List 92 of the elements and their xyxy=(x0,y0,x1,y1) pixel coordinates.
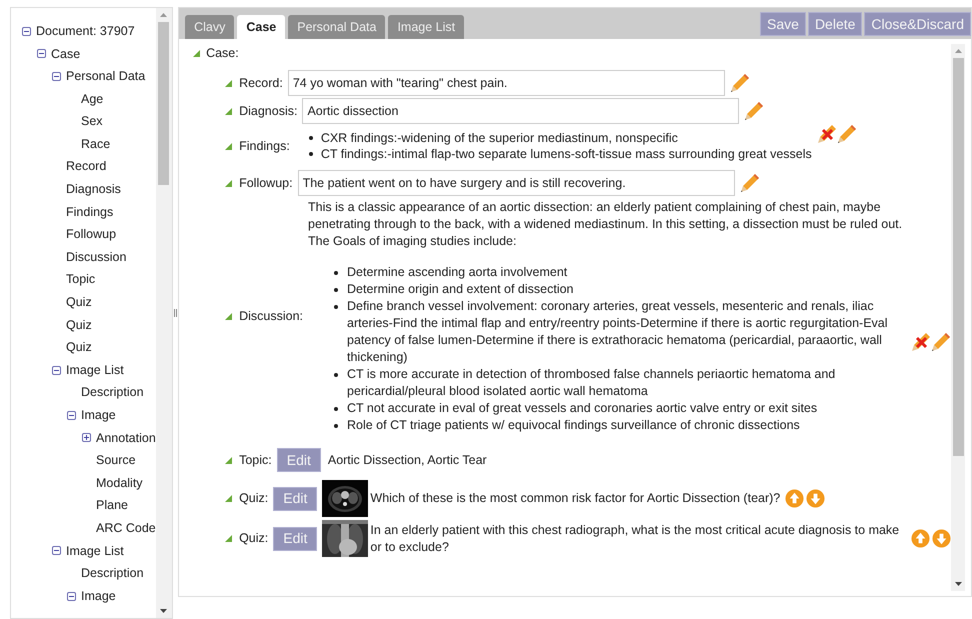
move-up-icon[interactable] xyxy=(911,529,930,548)
tree-item[interactable]: Quiz xyxy=(66,338,92,357)
tree-item[interactable]: ARC Code xyxy=(96,518,156,538)
list-item: CT is more accurate in detection of thrombosed false channels periaortic hematoma and pericardial/pleural blood isolated aortic wall hematoma xyxy=(347,366,836,400)
tree-item[interactable]: Plane xyxy=(96,496,128,516)
pencil-icon[interactable] xyxy=(931,332,951,352)
pencil-icon[interactable] xyxy=(740,173,760,193)
tree-item[interactable]: Findings xyxy=(66,202,114,222)
delete-icon[interactable] xyxy=(816,124,837,144)
tree-item[interactable]: Age xyxy=(81,90,104,108)
expanded-triangle-icon[interactable] xyxy=(225,142,232,150)
collapse-icon[interactable] xyxy=(52,546,61,556)
pencil-icon[interactable] xyxy=(730,73,750,93)
tree-item[interactable]: Record xyxy=(66,157,106,176)
scrollbar-thumb[interactable] xyxy=(952,58,964,456)
field-label: Topic: xyxy=(239,452,272,469)
collapse-icon[interactable] xyxy=(67,592,76,601)
collapse-icon[interactable] xyxy=(22,26,31,36)
tree-item[interactable]: Image List xyxy=(66,360,124,380)
bullet-icon xyxy=(308,136,313,140)
list-item: Determine ascending aorta involvement xyxy=(347,264,568,281)
tree-item[interactable]: Image List xyxy=(66,542,124,560)
tree-item[interactable]: Image xyxy=(81,586,116,606)
field-label: Findings: xyxy=(239,138,290,155)
collapse-icon[interactable] xyxy=(52,366,61,375)
tree-item[interactable]: Source xyxy=(96,451,136,470)
expanded-triangle-icon[interactable] xyxy=(225,313,232,320)
move-down-icon[interactable] xyxy=(932,529,951,548)
move-up-icon[interactable] xyxy=(785,489,804,508)
expanded-triangle-icon[interactable] xyxy=(225,108,232,114)
expanded-triangle-icon[interactable] xyxy=(225,495,232,502)
pencil-icon[interactable] xyxy=(744,101,764,121)
tree-item[interactable]: Quiz xyxy=(66,293,92,312)
tree-item[interactable]: Race xyxy=(81,134,110,154)
bullet-icon xyxy=(334,407,338,411)
pencil-icon[interactable] xyxy=(836,124,857,144)
quiz-question: Which of these is the most common risk factor for Aortic Dissection (tear)? xyxy=(370,490,780,507)
bullet-icon xyxy=(334,271,338,275)
expanded-triangle-icon[interactable] xyxy=(225,80,232,86)
tree-item[interactable]: Followup xyxy=(66,225,116,244)
tree-item[interactable]: Discussion xyxy=(66,248,126,267)
tab[interactable]: Case xyxy=(237,15,286,39)
expand-icon[interactable] xyxy=(82,433,91,442)
bullet-icon xyxy=(334,424,338,428)
tree-item[interactable]: Sex xyxy=(81,112,103,132)
list-item: Determine origin and extent of dissection xyxy=(347,281,574,298)
splitter-handle[interactable] xyxy=(174,309,177,317)
section-label: Case: xyxy=(206,44,239,62)
text-field[interactable]: 74 yo woman with "tearing" chest pain. xyxy=(288,70,725,96)
expanded-triangle-icon[interactable] xyxy=(225,456,232,464)
scrollbar-thumb[interactable] xyxy=(158,22,170,185)
topic-text: Aortic Dissection, Aortic Tear xyxy=(328,452,487,469)
tree-item[interactable]: Case xyxy=(51,44,80,64)
field-label: Quiz: xyxy=(239,490,268,508)
bullet-icon xyxy=(334,305,338,309)
bullet-icon xyxy=(308,152,313,156)
tree-item[interactable]: Topic xyxy=(66,270,96,290)
tree-item[interactable]: Description xyxy=(81,564,144,583)
tree-item[interactable]: Document: 37907 xyxy=(36,22,135,41)
expanded-triangle-icon[interactable] xyxy=(225,535,232,542)
tree-item[interactable]: Image xyxy=(81,406,116,425)
field-label: Quiz: xyxy=(239,530,268,548)
tree-item[interactable]: Modality xyxy=(96,474,143,493)
discussion-paragraph: This is a classic appearance of an aortic dissection: an elderly patient complaining of chest pain, maybe penetrating through to the back, with a widened mediastinum. In this setting, a dissection must be ruled out. The Goals of imaging studies include: xyxy=(308,199,904,250)
delete-icon[interactable] xyxy=(911,332,931,352)
bullet-icon xyxy=(334,373,338,377)
tree-item[interactable]: Description xyxy=(81,383,144,402)
tree-item[interactable]: Quiz xyxy=(66,316,92,334)
field-label: Followup: xyxy=(239,174,293,192)
field-label: Record: xyxy=(239,74,283,92)
list-item: CXR findings:-widening of the superior mediastinum, nonspecific xyxy=(320,130,678,146)
field-label: Discussion: xyxy=(239,308,303,326)
quiz-question: In an elderly patient with this chest radiograph, what is the most critical acute diagnosis to make or to exclude? xyxy=(370,522,900,556)
tree-scrollbar[interactable] xyxy=(156,8,172,618)
expanded-triangle-icon[interactable] xyxy=(225,180,232,186)
list-item: Define branch vessel involvement: coronary arteries, great vessels, mesenteric and renals, iliac arteries-Find the intimal flap and entry/reentry points-Determine if there is aortic regurgitation-Eval patency of false lumen-Determine if there is extrathoracic hematoma (pericardial, paraaortic, wall thickening) xyxy=(347,298,889,366)
bullet-icon xyxy=(334,288,338,292)
list-item: CT findings:-intimal flap-two separate lumens-soft-tissue mass surrounding great vessels xyxy=(320,146,812,162)
collapse-icon[interactable] xyxy=(67,410,76,420)
tree-item[interactable]: Annotation xyxy=(96,428,156,448)
move-down-icon[interactable] xyxy=(806,489,826,508)
text-field[interactable]: The patient went on to have surgery and is still recovering. xyxy=(298,170,735,196)
field-label: Diagnosis: xyxy=(239,102,298,120)
content-scrollbar[interactable] xyxy=(951,44,965,591)
list-item: CT not accurate in eval of great vessels and coronaries aortic valve entry or exit sites xyxy=(347,400,818,417)
collapse-icon[interactable] xyxy=(52,72,61,81)
collapse-icon[interactable] xyxy=(37,49,46,58)
tree-item[interactable]: Personal Data xyxy=(66,67,146,86)
tree-item[interactable]: Diagnosis xyxy=(66,180,121,199)
list-item: Role of CT triage patients w/ equivocal findings surveillance of chronic dissections xyxy=(347,417,800,434)
expanded-triangle-icon[interactable] xyxy=(193,50,200,56)
text-field[interactable]: Aortic dissection xyxy=(302,98,740,124)
